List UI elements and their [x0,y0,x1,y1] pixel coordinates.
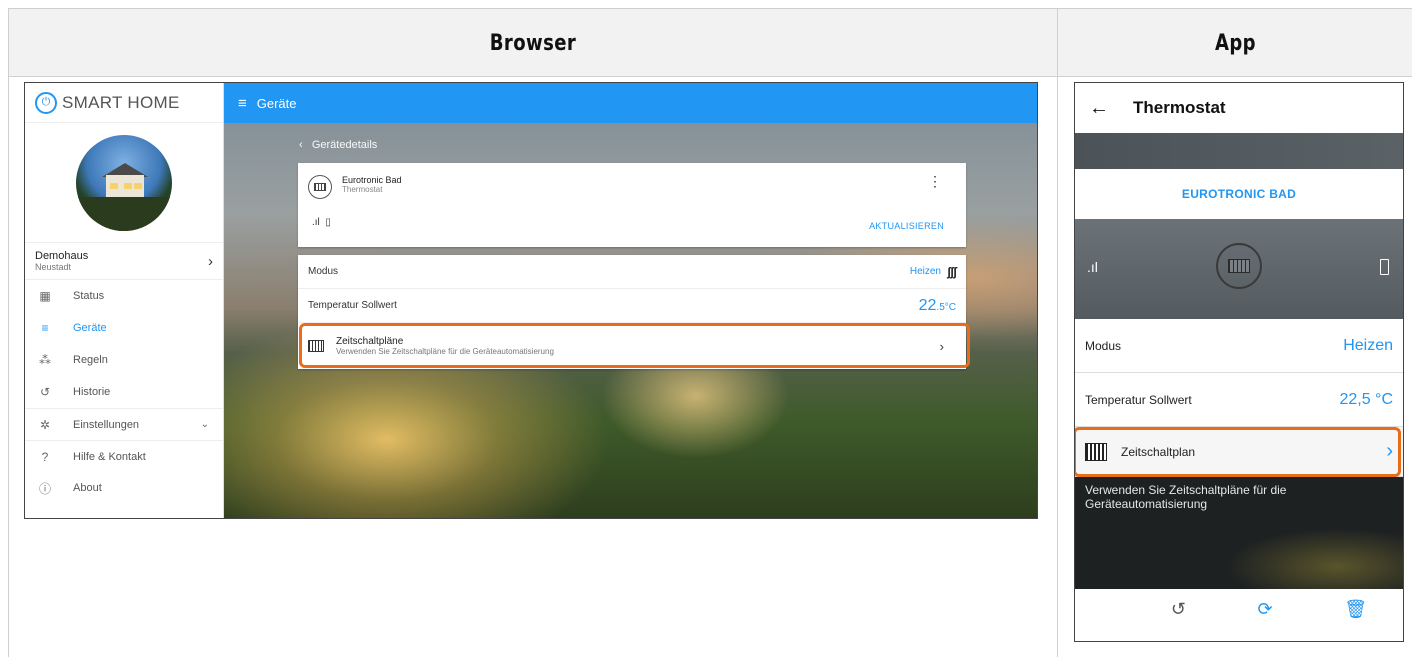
temperature-value: 22.5°C [918,296,956,314]
sidebar-item-status[interactable]: ▦ Status [25,280,223,312]
signal-battery-icons: .ıl ▯ [312,217,331,228]
device-type: Thermostat [342,185,383,194]
chevron-right-icon: › [208,252,213,270]
page-title: Geräte [256,95,297,111]
chevron-right-icon: › [939,338,944,354]
house-avatar [76,134,172,231]
grid-icon: ▦ [39,289,51,303]
location-name: Demohaus [35,250,89,262]
mode-value: Heizen [909,266,941,277]
power-icon: ⏻ [35,91,57,114]
back-arrow-icon[interactable]: ← [1089,97,1109,120]
radiator-icon [1216,243,1262,289]
app-device-hero: .ıl [1075,219,1403,319]
battery-icon [1380,259,1389,275]
app-schedule-row[interactable]: Zeitschaltplan › [1075,427,1403,477]
sidebar-item-geraete[interactable]: ≡ Geräte [25,312,223,344]
logo-text: SMART HOME [62,92,180,112]
browser-header: Browser [489,30,577,56]
calendar-icon [1085,442,1107,461]
sidebar-item-einstellungen[interactable]: ✲ Einstellungen ⌄ [25,408,223,440]
settings-card: Modus Heizen ʃʃʃ Temperatur Sollwert 22.… [298,255,966,369]
heat-icon: ʃʃʃ [947,264,957,279]
app-mode-row[interactable]: Modus Heizen [1075,319,1403,373]
sidebar-nav: ▦ Status ≡ Geräte ⁂ Regeln ↺ Historie ✲ Einst… [25,280,223,504]
top-app-bar: ≡ Geräte [224,83,1037,123]
sidebar: ⏻ SMART HOME Demohaus Neustadt › ▦ Status… [25,83,224,518]
signal-icon: .ıl [1087,259,1098,275]
browser-screenshot: ⏻ SMART HOME Demohaus Neustadt › ▦ Status… [24,82,1038,519]
device-name: Eurotronic Bad [342,175,402,185]
temperature-row[interactable]: Temperatur Sollwert 22.5°C [298,289,966,323]
schedule-title: Zeitschaltpläne [336,336,404,347]
help-icon: ? [41,449,49,464]
app-header: App [1214,30,1257,56]
app-toolbar: ← Thermostat [1075,83,1403,133]
trash-icon[interactable]: 🗑 [1344,599,1367,620]
app-screenshot: ← Thermostat EUROTRONIC BAD .ıl Modus He… [1074,82,1404,642]
chevron-down-icon: ⌄ [200,419,209,430]
location-city: Neustadt [35,262,72,272]
gear-icon: ✲ [39,417,51,432]
avatar-area [25,123,223,243]
list-icon: ≡ [41,321,49,335]
history-icon[interactable]: ↺ [1171,599,1186,620]
more-options-icon[interactable]: ⋮ [928,173,942,190]
chevron-right-icon: › [1386,440,1393,462]
app-bottom-bar: ↺ ⟳ 🗑 [1075,589,1403,629]
radiator-icon [308,175,332,199]
back-link[interactable]: ‹ Gerätedetails [299,139,377,151]
info-icon: ⓘ [38,481,51,496]
battery-icon: ▯ [325,217,331,228]
sidebar-item-regeln[interactable]: ⁂ Regeln [25,344,223,376]
sidebar-item-historie[interactable]: ↺ Historie [25,376,223,408]
history-icon: ↺ [39,385,51,399]
menu-icon[interactable]: ≡ [238,95,247,112]
column-divider [1057,9,1058,657]
schedule-subtitle: Verwenden Sie Zeitschaltpläne für die Ge… [336,347,554,356]
app-title: Thermostat [1133,98,1226,117]
mode-row[interactable]: Modus Heizen ʃʃʃ [298,255,966,289]
app-schedule-info: Verwenden Sie Zeitschaltpläne für die Ge… [1075,477,1403,589]
app-device-name: EUROTRONIC BAD [1075,169,1403,219]
main-content: ≡ Geräte ‹ Gerätedetails Eurotronic Bad … [224,83,1037,518]
header-row: Browser App [9,9,1412,77]
location-selector[interactable]: Demohaus Neustadt › [25,243,223,280]
calendar-icon [308,340,324,352]
schedule-row[interactable]: Zeitschaltpläne Verwenden Sie Zeitschalt… [298,323,966,369]
sidebar-item-about[interactable]: ⓘ About [25,472,223,504]
refresh-button[interactable]: AKTUALISIEREN [869,221,944,231]
device-card: Eurotronic Bad Thermostat ⋮ .ıl ▯ AKTUAL… [298,163,966,247]
sidebar-item-hilfe[interactable]: ? Hilfe & Kontakt [25,440,223,472]
app-temperature-row[interactable]: Temperatur Sollwert 22,5 °C [1075,373,1403,427]
app-dark-band [1075,133,1403,169]
sync-icon[interactable]: ⟳ [1258,599,1273,620]
app-mode-value: Heizen [1343,336,1393,354]
wand-icon: ⁂ [39,353,51,367]
signal-icon: .ıl [312,217,320,228]
logo[interactable]: ⏻ SMART HOME [25,83,223,123]
app-temperature-value: 22,5 °C [1339,390,1393,408]
app-schedule-label: Zeitschaltplan [1121,444,1196,459]
